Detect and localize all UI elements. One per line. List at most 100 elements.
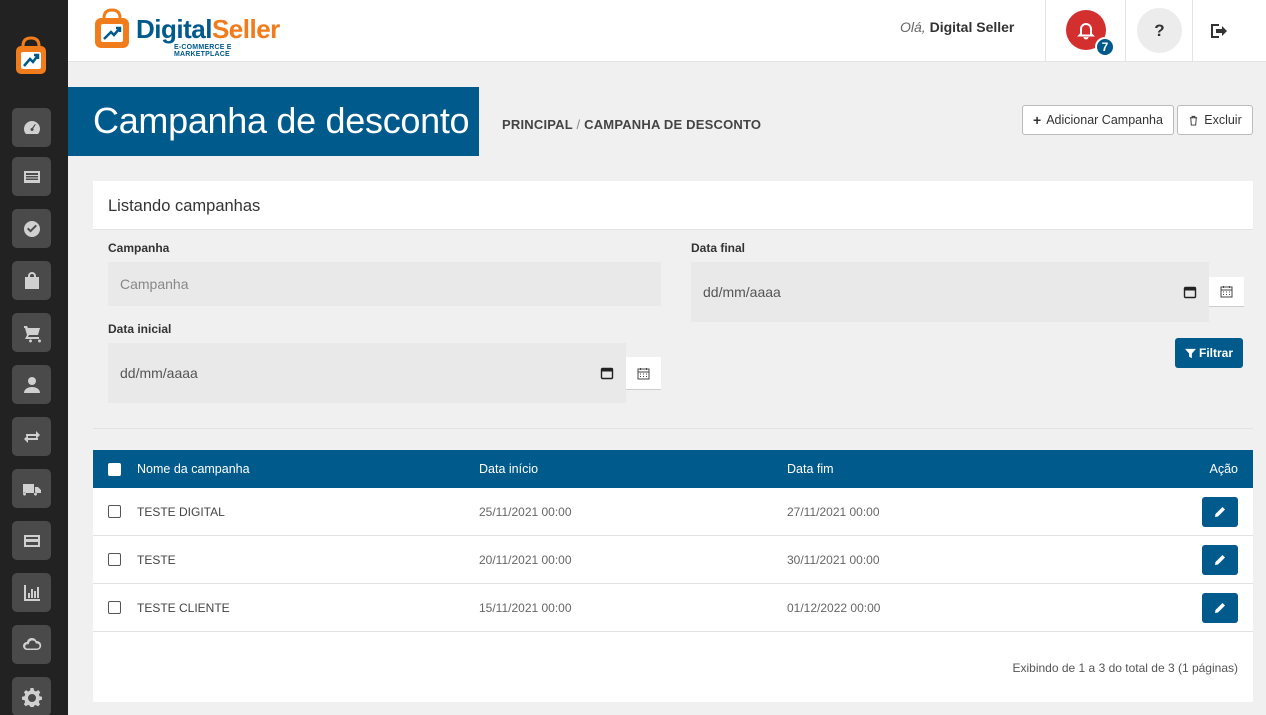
campaign-name: TESTE DIGITAL bbox=[137, 504, 225, 519]
row-checkbox-cell bbox=[108, 584, 121, 631]
start-date-input[interactable]: dd/mm/aaaa bbox=[108, 343, 626, 403]
check-circle-icon bbox=[23, 220, 40, 237]
sidebar-item-shipping[interactable] bbox=[12, 469, 51, 508]
edit-button[interactable] bbox=[1202, 497, 1238, 527]
bell-icon bbox=[1077, 23, 1095, 40]
breadcrumb-separator: / bbox=[576, 117, 581, 132]
user-greeting: Olá, Digital Seller bbox=[900, 19, 1015, 35]
sidebar-item-products[interactable] bbox=[12, 261, 51, 300]
start-date: 25/11/2021 00:00 bbox=[479, 504, 572, 519]
column-header-action: Ação bbox=[1209, 462, 1239, 476]
filter-button[interactable]: Filtrar bbox=[1175, 338, 1243, 368]
end-date-calendar-button[interactable] bbox=[1209, 277, 1244, 307]
end-date: 01/12/2022 00:00 bbox=[787, 600, 881, 615]
end-date-value: dd/mm/aaaa bbox=[703, 284, 781, 300]
sidebar-item-settings[interactable] bbox=[12, 677, 51, 715]
panel-title: Listando campanhas bbox=[108, 197, 261, 215]
logout-button[interactable] bbox=[1206, 18, 1232, 44]
logout-icon bbox=[1211, 24, 1227, 38]
credit-card-icon bbox=[23, 534, 40, 547]
panel-header: Listando campanhas bbox=[93, 181, 1253, 230]
truck-icon bbox=[22, 483, 41, 496]
brand-tagline: E-COMMERCE E MARKETPLACE bbox=[174, 44, 232, 58]
sidebar bbox=[0, 0, 68, 715]
pencil-icon bbox=[1215, 507, 1225, 517]
filter-panel: Listando campanhas Campanha Campanha Dat… bbox=[93, 181, 1253, 429]
end-date-label: Data final bbox=[691, 241, 746, 255]
sidebar-logo[interactable] bbox=[13, 36, 49, 76]
select-all-checkbox[interactable] bbox=[108, 462, 121, 476]
campaign-name: TESTE bbox=[137, 552, 176, 567]
end-date: 27/11/2021 00:00 bbox=[787, 504, 880, 519]
help-button[interactable]: ? bbox=[1137, 8, 1182, 53]
edit-button[interactable] bbox=[1202, 593, 1238, 623]
breadcrumb-home[interactable]: PRINCIPAL bbox=[502, 117, 573, 132]
start-date: 15/11/2021 00:00 bbox=[479, 600, 572, 615]
row-checkbox[interactable] bbox=[108, 505, 121, 518]
bar-chart-icon bbox=[23, 584, 40, 601]
row-checkbox-cell bbox=[108, 536, 121, 583]
add-campaign-label: Adicionar Campanha bbox=[1046, 113, 1163, 127]
top-bar: DigitalSeller E-COMMERCE E MARKETPLACE O… bbox=[68, 0, 1266, 62]
exchange-icon bbox=[23, 430, 40, 443]
delete-button[interactable]: Excluir bbox=[1177, 105, 1253, 135]
sidebar-item-check[interactable] bbox=[12, 209, 51, 248]
select-all-cell bbox=[108, 450, 121, 488]
sidebar-item-cloud[interactable] bbox=[12, 625, 51, 664]
page-title-band: Campanha de desconto bbox=[68, 87, 479, 156]
calendar-picker-icon[interactable] bbox=[1183, 285, 1197, 299]
calendar-picker-icon[interactable] bbox=[600, 366, 614, 380]
row-checkbox[interactable] bbox=[108, 553, 121, 566]
filter-form: Campanha Campanha Data inicial dd/mm/aaa… bbox=[93, 230, 1253, 429]
sidebar-item-payments[interactable] bbox=[12, 521, 51, 560]
column-header-name[interactable]: Nome da campanha bbox=[137, 450, 250, 488]
trash-icon bbox=[1190, 115, 1198, 126]
sidebar-item-sync[interactable] bbox=[12, 417, 51, 456]
sidebar-item-orders[interactable] bbox=[12, 313, 51, 352]
gear-icon bbox=[21, 687, 42, 707]
column-header-start[interactable]: Data início bbox=[479, 450, 538, 488]
campaign-name: TESTE CLIENTE bbox=[137, 600, 230, 615]
table-row: TESTE 20/11/2021 00:00 30/11/2021 00:00 bbox=[93, 536, 1253, 584]
campaign-label: Campanha bbox=[108, 241, 170, 255]
dashboard-icon bbox=[23, 120, 40, 134]
divider bbox=[1045, 0, 1046, 62]
start-date-calendar-button[interactable] bbox=[626, 357, 661, 390]
sidebar-item-reports[interactable] bbox=[12, 573, 51, 612]
table-row: TESTE CLIENTE 15/11/2021 00:00 01/12/202… bbox=[93, 584, 1253, 632]
calendar-icon bbox=[637, 367, 650, 379]
pencil-icon bbox=[1215, 555, 1225, 565]
list-icon bbox=[23, 170, 40, 183]
sidebar-item-dashboard[interactable] bbox=[12, 108, 51, 147]
filter-icon bbox=[1184, 348, 1196, 358]
brand-logo[interactable]: DigitalSeller E-COMMERCE E MARKETPLACE bbox=[92, 8, 282, 58]
pencil-icon bbox=[1215, 603, 1225, 613]
row-checkbox-cell bbox=[108, 488, 121, 535]
filter-label: Filtrar bbox=[1198, 346, 1233, 360]
column-header-end[interactable]: Data fim bbox=[787, 450, 834, 488]
table-row: TESTE DIGITAL 25/11/2021 00:00 27/11/202… bbox=[93, 488, 1253, 536]
row-checkbox[interactable] bbox=[108, 601, 121, 614]
notification-count-badge: 7 bbox=[1095, 37, 1115, 57]
cart-icon bbox=[23, 325, 41, 342]
end-date: 30/11/2021 00:00 bbox=[787, 552, 880, 567]
breadcrumb-current: CAMPANHA DE DESCONTO bbox=[584, 117, 762, 132]
add-campaign-button[interactable]: + Adicionar Campanha bbox=[1022, 105, 1174, 135]
campaign-input[interactable]: Campanha bbox=[108, 262, 661, 306]
start-date-value: dd/mm/aaaa bbox=[120, 365, 198, 381]
edit-button[interactable] bbox=[1202, 545, 1238, 575]
user-icon bbox=[23, 376, 40, 393]
plus-icon: + bbox=[1033, 112, 1042, 128]
sidebar-item-customers[interactable] bbox=[12, 365, 51, 404]
divider bbox=[1192, 0, 1193, 62]
start-date-label: Data inicial bbox=[108, 322, 172, 336]
campaigns-table: Nome da campanha Data início Data fim Aç… bbox=[93, 450, 1253, 702]
end-date-input[interactable]: dd/mm/aaaa bbox=[691, 262, 1209, 322]
delete-label: Excluir bbox=[1204, 113, 1242, 127]
sidebar-item-list[interactable] bbox=[12, 157, 51, 196]
table-header: Nome da campanha Data início Data fim Aç… bbox=[93, 450, 1253, 488]
page-title: Campanha de desconto bbox=[93, 100, 470, 141]
cloud-icon bbox=[22, 637, 41, 650]
brand-bag-icon bbox=[95, 8, 129, 48]
brand-name: DigitalSeller bbox=[136, 14, 280, 44]
